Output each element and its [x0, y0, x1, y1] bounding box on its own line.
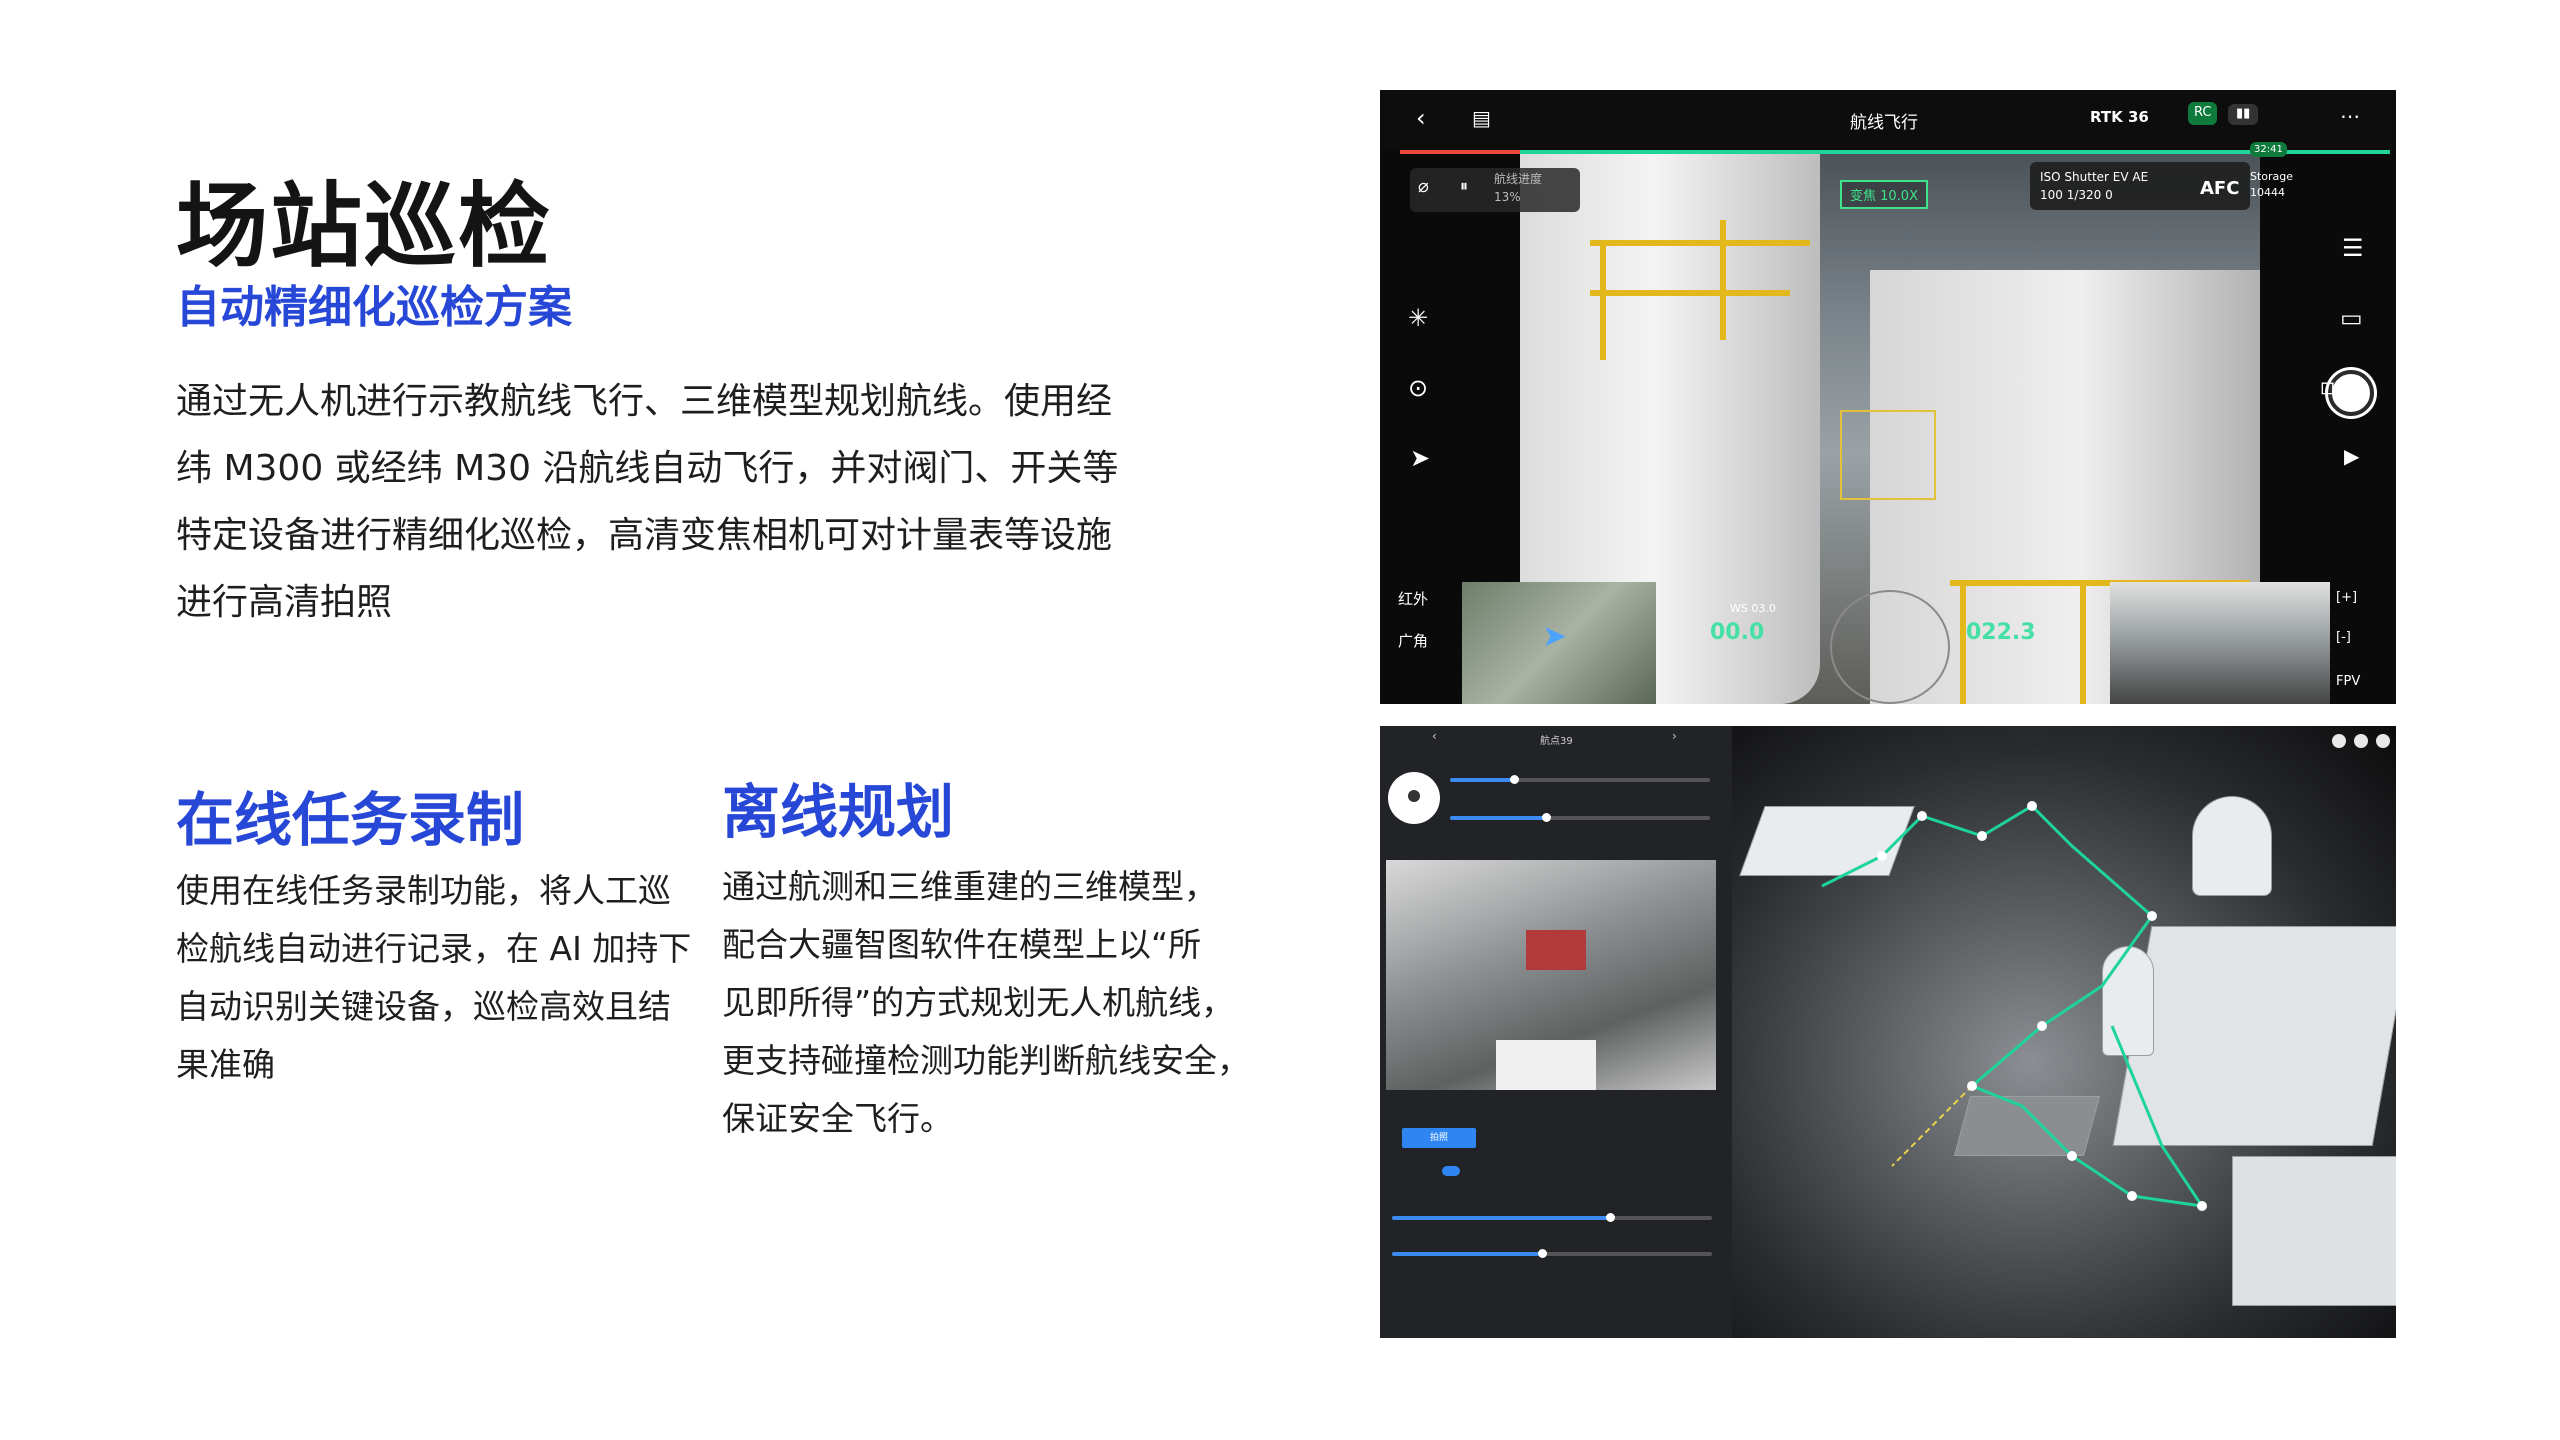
section-line: 通过航测和三维重建的三维模型， — [722, 867, 1217, 906]
pause-icon[interactable]: ⏸ — [1460, 178, 1468, 194]
wind-speed: WS 03.0 — [1730, 602, 1776, 615]
display-mode-icon[interactable]: ▭ — [2340, 306, 2363, 330]
waypoint-settings-panel: ‹ 航点39 › 拍照 — [1380, 726, 1732, 1338]
waypoint-marker[interactable] — [2037, 1021, 2047, 1031]
flight-time: 32:41 — [2250, 142, 2287, 157]
target-icon[interactable]: ⊙ — [1408, 376, 1428, 400]
rtk-status: RTK 36 — [2090, 108, 2149, 126]
route-path — [1821, 804, 2206, 1208]
speed-slider[interactable] — [1450, 813, 1710, 822]
dpad-center[interactable] — [1408, 790, 1420, 802]
section-title-offline-planning: 离线规划 — [722, 778, 955, 846]
storage-value: 10444 — [2250, 186, 2285, 199]
preview-structure — [1526, 930, 1586, 970]
route-progress-bar — [1400, 150, 2390, 154]
intro-line: 进行高清拍照 — [176, 582, 393, 623]
mode-infrared[interactable]: 红外 — [1398, 588, 1428, 609]
section-line: 使用在线任务录制功能，将人工巡 — [176, 871, 671, 910]
compass-icon[interactable] — [2332, 734, 2346, 748]
flight-title: 航线飞行 — [1850, 113, 1918, 133]
3d-model-view[interactable] — [1732, 726, 2396, 1338]
section-line: 检航线自动进行记录，在 AI 加持下 — [176, 929, 692, 968]
section-line: 更支持碰撞检测功能判断航线安全， — [722, 1041, 1250, 1080]
section-line: 自动识别关键设备，巡检高效且结 — [176, 987, 671, 1026]
intro-line: 纬 M300 或经纬 M30 沿航线自动飞行，并对阀门、开关等 — [176, 448, 1119, 489]
zoom-reticle — [1840, 410, 1936, 500]
zoom-in-icon[interactable]: [+] — [2336, 590, 2357, 605]
playback-icon[interactable]: ▶ — [2344, 446, 2359, 466]
more-icon[interactable]: ⋯ — [2340, 106, 2360, 126]
waypoint-marker[interactable] — [2127, 1191, 2137, 1201]
mode-wide[interactable]: 广角 — [1398, 630, 1428, 651]
intro-paragraph: 通过无人机进行示教航线飞行、三维模型规划航线。使用经 纬 M300 或经纬 M3… — [176, 368, 1186, 636]
section-title-online-recording: 在线任务录制 — [176, 786, 525, 854]
layers-icon[interactable] — [2354, 734, 2368, 748]
back-icon[interactable]: ‹ — [1416, 106, 1426, 130]
waypoint-marker[interactable] — [2067, 1151, 2077, 1161]
railing — [2080, 580, 2086, 704]
zoom-frame-icon[interactable]: ⊡ — [2320, 380, 2335, 398]
waypoint-preview-image — [1386, 860, 1716, 1090]
intro-line: 特定设备进行精细化巡检，高清变焦相机可对计量表等设施 — [176, 515, 1113, 556]
altitude-slider[interactable] — [1450, 775, 1710, 784]
page-subtitle: 自动精细化巡检方案 — [176, 282, 572, 333]
planning-interface-screenshot: ‹ 航点39 › 拍照 — [1380, 726, 2396, 1338]
battery-indicator: ▮▮ — [2228, 104, 2259, 125]
railing — [1720, 220, 1726, 340]
rc-badge: RC — [2188, 102, 2218, 125]
view-mode-icon[interactable] — [2376, 734, 2390, 748]
railing — [1590, 240, 1810, 246]
fpv-label[interactable]: FPV — [2336, 674, 2360, 689]
section-body-offline-planning: 通过航测和三维重建的三维模型， 配合大疆智图软件在模型上以“所 见即所得”的方式… — [722, 858, 1262, 1148]
section-line: 配合大疆智图软件在模型上以“所 — [722, 925, 1202, 964]
settings-sliders-icon[interactable]: ☰ — [2342, 236, 2364, 260]
progress-label: 航线进度 — [1494, 172, 1543, 186]
waypoint-marker[interactable] — [2147, 911, 2157, 921]
waypoint-marker[interactable] — [2197, 1201, 2207, 1211]
yaw-slider[interactable] — [1392, 1213, 1712, 1222]
page-title: 场站巡检 — [176, 173, 553, 280]
railing — [1590, 290, 1790, 296]
fpv-preview[interactable] — [2110, 582, 2330, 704]
navigation-arrow-icon[interactable]: ➤ — [1410, 446, 1430, 470]
waypoint-marker[interactable] — [1967, 1081, 1977, 1091]
direction-pad[interactable] — [1388, 772, 1440, 824]
railing — [1600, 240, 1606, 360]
section-line: 保证安全飞行。 — [722, 1099, 953, 1138]
flight-route-overlay — [1821, 801, 2207, 1211]
section-line: 见即所得”的方式规划无人机航线， — [722, 983, 1235, 1022]
camera-off-icon[interactable]: ⌀ — [1418, 178, 1429, 196]
mission-list-icon[interactable]: ▤ — [1472, 108, 1491, 128]
route-segment-dashed — [1891, 1085, 1973, 1167]
waypoint-marker[interactable] — [1977, 831, 1987, 841]
focus-mode[interactable]: AFC — [2200, 178, 2239, 199]
storage-label: Storage — [2250, 170, 2294, 183]
action-toggle[interactable] — [1442, 1166, 1460, 1176]
preview-tank — [1496, 1040, 1596, 1090]
progress-value: 13% — [1494, 190, 1521, 204]
mini-map[interactable]: ➤ — [1462, 582, 1656, 704]
waypoint-title: 航点39 — [1540, 736, 1573, 747]
waypoint-marker[interactable] — [1917, 811, 1927, 821]
gimbal-pitch-slider[interactable] — [1392, 1249, 1712, 1258]
section-line: 果准确 — [176, 1045, 275, 1084]
progress-widget: ⌀ ⏸ 航线进度 13% — [1410, 168, 1580, 212]
photo-action-button[interactable]: 拍照 — [1402, 1128, 1476, 1148]
prev-waypoint-icon[interactable]: ‹ — [1432, 730, 1437, 742]
flight-interface-screenshot: ‹ ▤ 航线飞行 RTK 36 RC ▮▮ ⋯ 32:41 ⌀ ⏸ 航线进度 1… — [1380, 90, 2396, 704]
waypoint-marker[interactable] — [2027, 801, 2037, 811]
flight-topbar: ‹ ▤ 航线飞行 RTK 36 RC ▮▮ ⋯ — [1380, 90, 2396, 150]
attitude-indicator — [1830, 590, 1950, 704]
next-waypoint-icon[interactable]: › — [1672, 730, 1677, 742]
altitude-readout: 022.3 — [1966, 620, 2036, 645]
intro-line: 通过无人机进行示教航线飞行、三维模型规划航线。使用经 — [176, 381, 1113, 422]
zoom-indicator: 变焦 10.0X — [1840, 180, 1928, 209]
section-body-online-recording: 使用在线任务录制功能，将人工巡 检航线自动进行记录，在 AI 加持下 自动识别关… — [176, 862, 696, 1094]
zoom-out-icon[interactable]: [-] — [2336, 630, 2351, 645]
horizontal-speed: 00.0 — [1710, 620, 1765, 645]
route-progress-fill — [1400, 150, 1520, 154]
drone-position-icon: ➤ — [1542, 619, 1568, 654]
ai-spot-icon[interactable]: ✳ — [1408, 306, 1428, 330]
waypoint-marker[interactable] — [1877, 851, 1887, 861]
